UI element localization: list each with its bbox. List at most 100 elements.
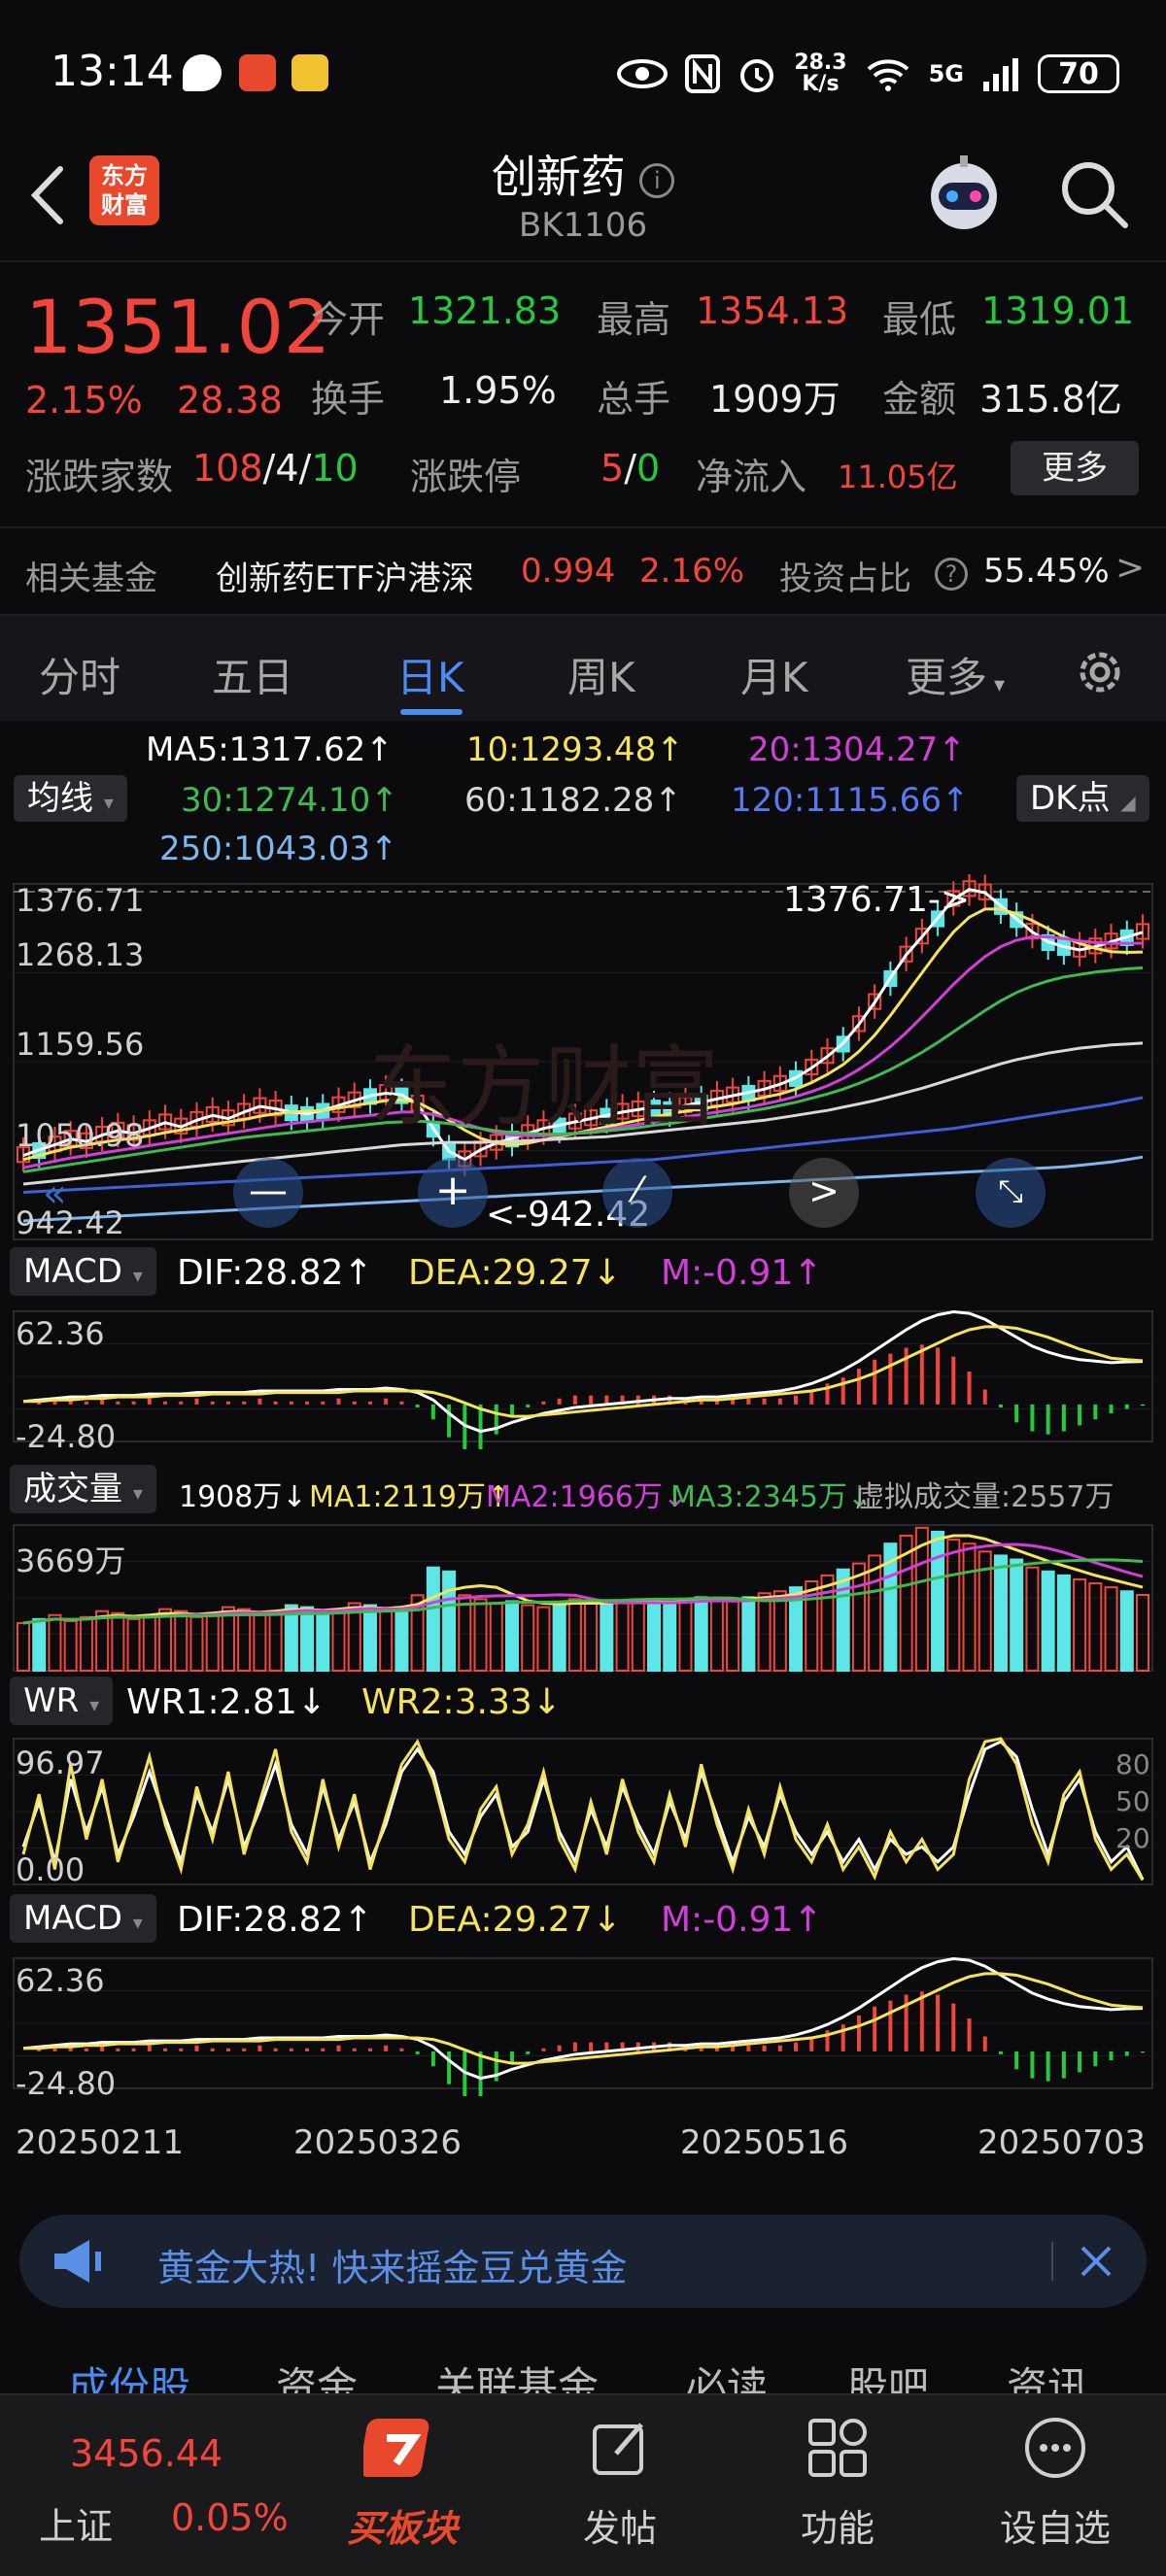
tab-weekly-k[interactable]: 周K [567, 645, 635, 704]
volume-bar-68 [1088, 1582, 1103, 1673]
ma-type-selector[interactable]: 均线 ▾ [14, 775, 127, 822]
volume-bar-23 [379, 1610, 394, 1673]
volume-bar-11 [189, 1615, 204, 1673]
macd2-selector[interactable]: MACD ▾ [10, 1894, 156, 1943]
wr-selector[interactable]: WR ▾ [10, 1677, 114, 1725]
functions-button[interactable]: 功能 [760, 2395, 915, 2576]
macd-y-max: 62.36 [16, 1315, 105, 1352]
watchlist-label: 设自选 [999, 2507, 1111, 2550]
fullscreen-button[interactable]: ⤡ [976, 1158, 1046, 1228]
prev-button[interactable]: « [43, 1171, 101, 1230]
tab-more[interactable]: 更多 ▾ [906, 645, 1005, 704]
buy-label: 买板块 [346, 2507, 458, 2550]
banner-text: 黄金大热! 快来摇金豆兑黄金 [157, 2247, 628, 2289]
search-icon[interactable] [1055, 155, 1133, 233]
tab-five-day[interactable]: 五日 [212, 645, 293, 704]
volume-bar-36 [584, 1600, 599, 1672]
fund-pct: 2.16% [639, 552, 745, 591]
ma120-label: 120:1115.66↑ [731, 781, 970, 820]
macd-selector[interactable]: MACD ▾ [10, 1247, 156, 1296]
volume-bar-69 [1104, 1586, 1118, 1673]
tab-intraday[interactable]: 分时 [39, 645, 120, 704]
inflow-value: 11.05亿 [838, 458, 958, 495]
macd-y-min: -24.80 [16, 1418, 117, 1455]
index-widget[interactable]: 3456.44 上证 0.05% [0, 2395, 301, 2576]
period-tabs: 分时 五日 日K 周K 月K 更多 ▾ [0, 614, 1166, 721]
volume-bar-57 [914, 1526, 929, 1672]
volume-label: 总手 [597, 378, 671, 421]
tab-constituents[interactable]: 成份股 [68, 2355, 190, 2393]
tab-news[interactable]: 资讯 [1007, 2355, 1088, 2393]
volume-bar-18 [300, 1606, 315, 1673]
next-button[interactable]: > [789, 1158, 859, 1228]
promo-banner[interactable]: 黄金大热! 快来摇金豆兑黄金 [19, 2215, 1147, 2308]
volume-bar-30 [489, 1602, 503, 1673]
volume-bar-44 [709, 1598, 724, 1672]
app-notification-icon [239, 54, 276, 91]
volume-bar-20 [331, 1608, 346, 1672]
chevron-right-icon[interactable]: > [1115, 548, 1145, 588]
close-icon[interactable] [1077, 2242, 1115, 2281]
info-icon[interactable]: i [639, 162, 675, 198]
max-price-label: 1376.71-> [783, 880, 971, 920]
tab-funds[interactable]: 资金 [276, 2355, 358, 2393]
current-price: 1351.02 [25, 284, 331, 370]
zoom-in-button[interactable]: + [418, 1158, 488, 1228]
volume-value-label: 1908万↓ [179, 1480, 307, 1514]
macd2-dea-line [23, 1972, 1144, 2065]
chart-area[interactable]: 东方财富 [0, 874, 1166, 2195]
volume-bar-26 [426, 1566, 440, 1672]
fund-price: 0.994 [521, 552, 616, 591]
wifi-icon [867, 59, 909, 91]
volume-bar-70 [1119, 1590, 1134, 1672]
volume-bar-14 [237, 1608, 252, 1672]
macd2-y-max: 62.36 [16, 1962, 105, 1999]
macd-m: M:-0.91↑ [661, 1253, 823, 1293]
caret-down-icon: ▾ [987, 673, 1006, 697]
post-button[interactable]: 发帖 [542, 2395, 698, 2576]
tab-must-read[interactable]: 必读 [686, 2355, 768, 2393]
nfc-icon [685, 54, 721, 93]
tab-daily-k[interactable]: 日K [396, 645, 464, 704]
wr-right-50: 50 [1115, 1785, 1150, 1817]
gear-icon[interactable] [1071, 643, 1129, 701]
related-fund-row[interactable]: 相关基金 创新药ETF沪港深 0.994 2.16% 投资占比 ? 55.45%… [0, 526, 1166, 614]
volume-bar-53 [851, 1562, 866, 1673]
high-value: 1354.13 [696, 289, 849, 332]
tab-related-funds[interactable]: 关联基金 [435, 2355, 599, 2393]
low-label: 最低 [882, 298, 957, 341]
wr-right-20: 20 [1115, 1822, 1150, 1854]
volume-ma2: MA2:1966万↓ [486, 1480, 688, 1514]
buy-sector-button[interactable]: 买板块 [325, 2395, 480, 2576]
x-tick-1: 20250211 [16, 2123, 185, 2162]
dk-point-button[interactable]: DK点 ◢ [1016, 775, 1149, 822]
volume-selector[interactable]: 成交量 ▾ [10, 1465, 156, 1513]
fund-name[interactable]: 创新药ETF沪港深 [216, 552, 474, 599]
volume-bar-46 [741, 1596, 756, 1673]
net-speed: 28.3 K/s [794, 51, 847, 96]
zoom-out-button[interactable]: — [233, 1158, 303, 1228]
tab-monthly-k[interactable]: 月K [740, 645, 808, 704]
macd2-m: M:-0.91↑ [661, 1900, 823, 1940]
status-time: 13:14 [51, 47, 174, 96]
y-tick-max: 1376.71 [16, 882, 145, 919]
volume-bar-4 [79, 1615, 93, 1673]
volume-bar-12 [205, 1611, 220, 1672]
volume-bar-6 [111, 1611, 125, 1672]
wr-y-max: 96.97 [16, 1745, 105, 1781]
volume-bar-59 [946, 1539, 961, 1673]
megaphone-icon [54, 2240, 101, 2283]
volume-bar-52 [836, 1568, 850, 1673]
tab-forum[interactable]: 股吧 [847, 2355, 929, 2393]
limit-count: 5/0 [600, 447, 661, 490]
volume-bar-27 [442, 1570, 457, 1672]
add-watchlist-button[interactable]: 设自选 [977, 2395, 1133, 2576]
alarm-icon [740, 59, 774, 92]
more-button[interactable]: 更多 [1011, 441, 1139, 495]
robot-assistant-icon[interactable] [917, 152, 1011, 239]
y-tick-4: 1050.98 [16, 1117, 145, 1154]
y-tick-3: 1159.56 [16, 1026, 145, 1063]
draw-line-button[interactable]: ⁄ [602, 1158, 672, 1228]
help-icon[interactable]: ? [935, 558, 968, 591]
signal-icon [983, 58, 1018, 91]
